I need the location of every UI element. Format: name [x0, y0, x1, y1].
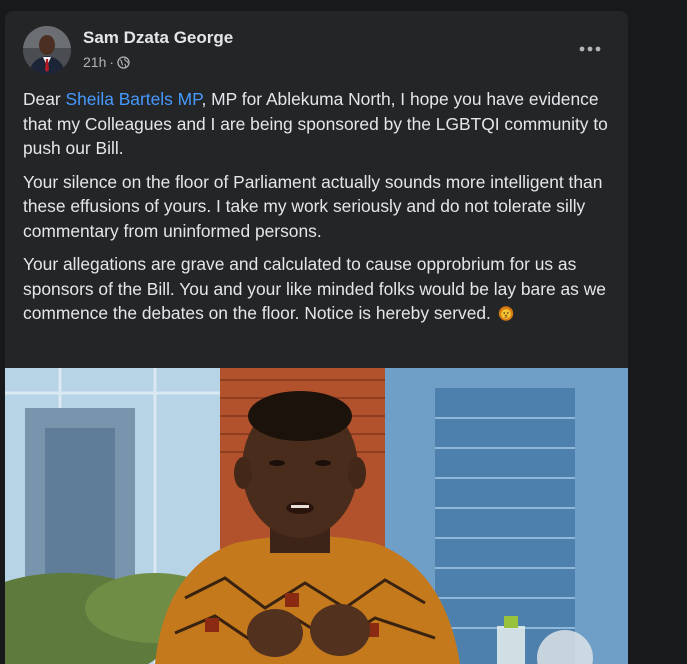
more-options-icon: [579, 46, 601, 52]
avatar-image: [23, 26, 71, 74]
more-options-button[interactable]: [572, 31, 608, 67]
paragraph-3-text: Your allegations are grave and calculate…: [23, 254, 606, 323]
post-timestamp[interactable]: 21h: [83, 54, 106, 70]
author-name[interactable]: Sam Dzata George: [83, 28, 233, 48]
post-meta: 21h ·: [83, 54, 130, 70]
post-header: Sam Dzata George 21h ·: [5, 11, 628, 87]
post-paragraph-1: Dear Sheila Bartels MP, MP for Ablekuma …: [23, 87, 621, 161]
meta-separator: ·: [109, 54, 115, 70]
post-paragraph-3: Your allegations are grave and calculate…: [23, 252, 621, 326]
post-paragraph-2: Your silence on the floor of Parliament …: [23, 171, 603, 241]
lion-face-emoji: [498, 306, 513, 321]
mention-link[interactable]: Sheila Bartels MP: [66, 89, 202, 109]
paragraph-1-prefix: Dear: [23, 89, 66, 109]
author-avatar[interactable]: [23, 26, 71, 74]
post-card: Sam Dzata George 21h · Dear Sheila Barte…: [5, 11, 628, 664]
post-photo[interactable]: [5, 368, 628, 664]
photo-image: [5, 368, 628, 664]
globe-icon[interactable]: [117, 55, 130, 69]
post-body: Dear Sheila Bartels MP, MP for Ablekuma …: [23, 87, 621, 335]
